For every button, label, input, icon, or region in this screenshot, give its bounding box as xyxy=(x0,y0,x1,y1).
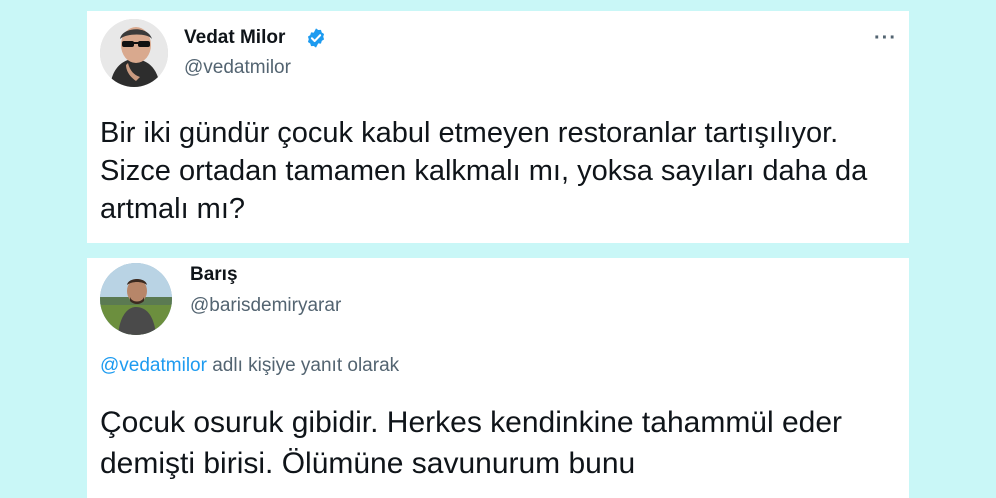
tweet-text: Çocuk osuruk gibidir. Herkes kendinkine … xyxy=(100,406,843,480)
user-handle[interactable]: @vedatmilor xyxy=(184,57,291,79)
tweet-card-reply: Barış @barisdemiryarar @vedatmilor adlı … xyxy=(87,258,909,498)
avatar-photo xyxy=(100,263,172,335)
verified-badge-icon xyxy=(307,28,325,48)
avatar[interactable] xyxy=(100,19,168,87)
avatar-photo xyxy=(100,19,168,87)
display-name[interactable]: Vedat Milor xyxy=(184,27,285,49)
user-handle[interactable]: @barisdemiryarar xyxy=(190,295,341,317)
reply-mention-link[interactable]: @vedatmilor xyxy=(100,355,207,376)
reply-context-label: adlı kişiye yanıt olarak xyxy=(206,355,400,376)
tweet-card-original: Vedat Milor ··· @vedatmilor Bir iki günd… xyxy=(87,11,909,243)
tweet-text: Bir iki gündür çocuk kabul etmeyen resto… xyxy=(100,117,868,225)
reply-context: @vedatmilor adlı kişiye yanıt olarak xyxy=(100,355,399,377)
avatar[interactable] xyxy=(100,263,172,335)
display-name[interactable]: Barış xyxy=(190,264,238,286)
more-options-icon[interactable]: ··· xyxy=(874,27,897,50)
